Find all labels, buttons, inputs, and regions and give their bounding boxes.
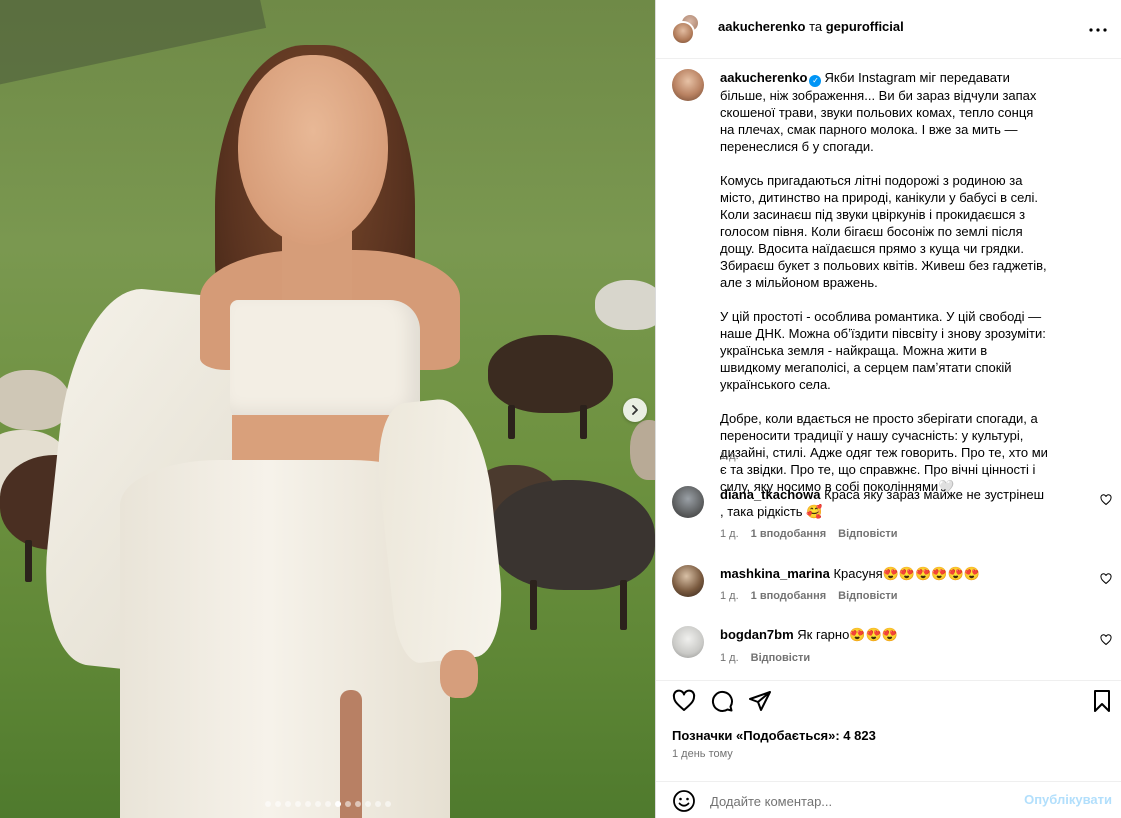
avatar — [671, 21, 695, 45]
comment-likes[interactable]: 1 вподобання — [751, 590, 826, 602]
like-heart-icon[interactable] — [672, 689, 696, 713]
collab-avatars[interactable] — [671, 13, 703, 45]
verified-badge-icon: ✓ — [809, 75, 822, 87]
caption-paragraph: Комусь пригадаються літні подорожі з род… — [720, 173, 1047, 290]
comment-meta: 1 д. 1 вподобання Відповісти — [720, 528, 898, 540]
comment-time[interactable]: 1 д. — [720, 590, 739, 602]
post-date[interactable]: 1 день тому — [672, 748, 733, 760]
post-authors: aakucherenko та gepurofficial — [718, 19, 904, 34]
comment-input[interactable] — [710, 790, 1010, 812]
carousel-dot — [344, 801, 351, 807]
carousel-dot — [264, 801, 271, 807]
avatar[interactable] — [672, 69, 704, 101]
comment-text: bogdan7bm Як гарно😍😍😍 — [720, 626, 1050, 643]
reply-button[interactable]: Відповісти — [751, 652, 810, 664]
like-comment-icon[interactable] — [1100, 494, 1112, 506]
save-bookmark-icon[interactable] — [1090, 689, 1114, 713]
carousel-dot — [384, 801, 391, 807]
comment-username[interactable]: bogdan7bm — [720, 627, 794, 642]
post-details-panel: aakucherenko та gepurofficial aakucheren… — [655, 0, 1121, 818]
post-actions: Позначки «Подобається»: 4 823 1 день том… — [656, 680, 1121, 818]
caption-text: aakucherenko ✓ Якби Instagram міг передава… — [720, 69, 1050, 495]
add-comment-bar: Опублікувати — [656, 781, 1121, 818]
avatar[interactable] — [672, 626, 704, 658]
comment-text: mashkina_marina Красуня😍😍😍😍😍😍 — [720, 565, 1050, 582]
author-conjunction: та — [809, 19, 823, 34]
carousel-dot — [324, 801, 331, 807]
comment-meta: 1 д. Відповісти — [720, 652, 810, 664]
comment-username[interactable]: diana_tkachowa — [720, 487, 820, 502]
comment-bubble-icon[interactable] — [710, 689, 734, 713]
reply-button[interactable]: Відповісти — [838, 590, 897, 602]
carousel-dot — [294, 801, 301, 807]
comment-meta: 1 д. 1 вподобання Відповісти — [720, 590, 898, 602]
avatar[interactable] — [672, 486, 704, 518]
post-comment-button[interactable]: Опублікувати — [1024, 792, 1112, 807]
like-comment-icon[interactable] — [1100, 573, 1112, 585]
comment-text: diana_tkachowa Краса яку зараз майже не … — [720, 486, 1050, 520]
sheep — [490, 480, 655, 630]
comment-time[interactable]: 1 д. — [720, 528, 739, 540]
carousel-dot — [374, 801, 381, 807]
next-slide-button[interactable] — [623, 398, 647, 422]
comment-likes[interactable]: 1 вподобання — [751, 528, 826, 540]
caption-time[interactable]: 1 д. — [720, 450, 739, 462]
carousel-dot — [364, 801, 371, 807]
caption-username[interactable]: aakucherenko — [720, 70, 807, 85]
caption-paragraph: У цій простоті - особлива романтика. У ц… — [720, 309, 1046, 392]
caption-paragraph: Добре, коли вдається не просто зберігати… — [720, 411, 1048, 494]
chevron-right-icon — [632, 405, 638, 415]
sheep — [630, 420, 655, 480]
carousel-dot — [334, 801, 341, 807]
sheep — [488, 335, 613, 439]
avatar[interactable] — [672, 565, 704, 597]
emoji-icon[interactable] — [672, 789, 696, 813]
carousel-dot — [274, 801, 281, 807]
caption-meta: 1 д. — [720, 450, 739, 462]
author-link[interactable]: aakucherenko — [718, 19, 805, 34]
comments-section[interactable]: aakucherenko ✓ Якби Instagram міг передава… — [656, 60, 1121, 680]
sheep — [595, 280, 655, 330]
carousel-dot — [314, 801, 321, 807]
share-send-icon[interactable] — [748, 689, 772, 713]
carousel-indicator — [0, 801, 655, 807]
likes-count[interactable]: Позначки «Подобається»: 4 823 — [672, 728, 876, 743]
post-header: aakucherenko та gepurofficial — [656, 0, 1121, 59]
comment-username[interactable]: mashkina_marina — [720, 566, 830, 581]
carousel-dot — [304, 801, 311, 807]
reply-button[interactable]: Відповісти — [838, 528, 897, 540]
model-figure — [0, 0, 509, 818]
comment-content: Як гарно😍😍😍 — [797, 627, 898, 642]
comment-content: Красуня😍😍😍😍😍😍 — [833, 566, 980, 581]
author-link[interactable]: gepurofficial — [826, 19, 904, 34]
comment-time[interactable]: 1 д. — [720, 652, 739, 664]
carousel-dot — [284, 801, 291, 807]
like-comment-icon[interactable] — [1100, 634, 1112, 646]
more-options-icon[interactable] — [1086, 18, 1110, 42]
carousel-dot — [354, 801, 361, 807]
post-media[interactable] — [0, 0, 655, 818]
